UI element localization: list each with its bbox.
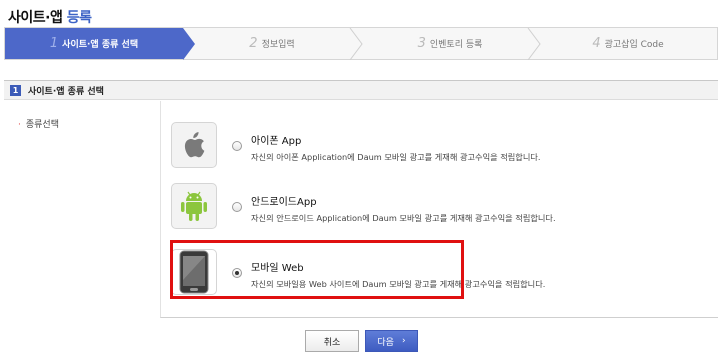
section-header: 1 사이트·앱 종류 선택 <box>4 80 718 100</box>
cancel-button-label: 취소 <box>323 337 341 348</box>
step-4-label: 광고삽입 Code <box>604 40 664 50</box>
step-divider-chevron-icon <box>349 28 363 60</box>
step-1-label: 사이트·앱 종류 선택 <box>62 40 139 50</box>
option-title: 안드로이드App <box>251 197 317 208</box>
apple-icon <box>171 122 217 168</box>
option-iphone-app[interactable]: 아이폰 App 자신의 아이폰 Application에 Daum 모바일 광고… <box>171 122 711 174</box>
step-1-number: 1 <box>49 36 59 51</box>
page-title: 사이트·앱 등록 <box>8 7 92 27</box>
section-title: 사이트·앱 종류 선택 <box>28 86 104 97</box>
android-icon <box>171 183 217 229</box>
selection-highlight-box <box>170 240 464 299</box>
step-2: 2 정보입력 <box>183 28 363 60</box>
section-number: 1 <box>10 84 21 96</box>
option-title: 아이폰 App <box>251 136 302 147</box>
chevron-right-icon: › <box>401 336 406 346</box>
step-4: 4 광고삽입 Code <box>539 28 717 59</box>
page-title-accent: 등록 <box>66 10 92 26</box>
next-button[interactable]: 다음 › <box>365 330 418 352</box>
step-3-number: 3 <box>417 36 426 51</box>
type-select-label-text: 종류선택 <box>25 120 59 130</box>
step-2-number: 2 <box>249 36 258 51</box>
step-1: 1 사이트·앱 종류 선택 <box>5 28 195 60</box>
step-divider-chevron-icon <box>527 28 541 60</box>
option-description: 자신의 안드로이드 Application에 Daum 모바일 광고를 게재해 … <box>251 213 556 223</box>
step-arrow <box>183 28 195 60</box>
next-button-label: 다음 <box>377 337 394 348</box>
iphone-app-radio[interactable] <box>232 141 242 151</box>
option-android-app[interactable]: 안드로이드App 자신의 안드로이드 Application에 Daum 모바일… <box>171 183 711 235</box>
step-4-number: 4 <box>592 36 601 51</box>
bullet-icon: · <box>18 120 21 130</box>
step-3-label: 인벤토리 등록 <box>429 40 483 50</box>
cancel-button[interactable]: 취소 <box>305 330 359 352</box>
step-3: 3 인벤토리 등록 <box>361 28 541 60</box>
step-2-label: 정보입력 <box>261 40 295 50</box>
option-description: 자신의 아이폰 Application에 Daum 모바일 광고를 게재해 광고… <box>251 152 541 162</box>
page-title-main: 사이트·앱 <box>8 10 63 26</box>
step-progress-bar: 1 사이트·앱 종류 선택 2 정보입력 3 인벤토리 등록 4 광고삽입 Co… <box>4 27 718 60</box>
type-select-label: · 종류선택 <box>18 117 59 130</box>
android-app-radio[interactable] <box>232 202 242 212</box>
